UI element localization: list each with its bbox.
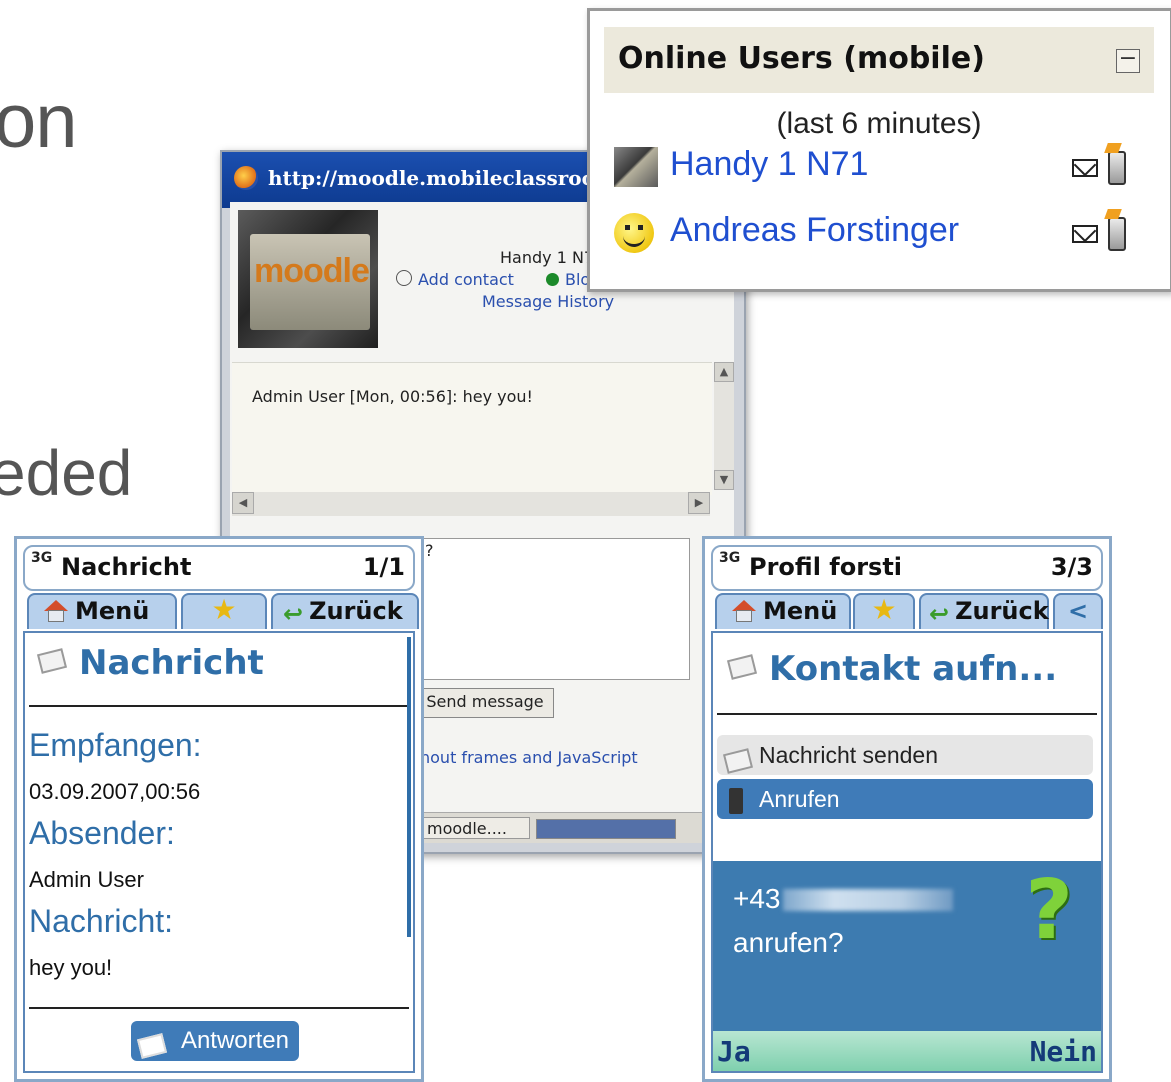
firefox-icon	[234, 166, 258, 190]
network-icon: 3G	[31, 550, 53, 566]
user-link[interactable]: Handy 1 N71	[670, 145, 868, 184]
page-counter: 3/3	[1050, 553, 1093, 581]
received-label: Empfangen:	[29, 727, 202, 763]
compose-textarea[interactable]: ?	[420, 538, 690, 680]
scrollbar[interactable]	[407, 637, 411, 937]
sender-value: Admin User	[29, 867, 144, 892]
horizontal-scrollbar[interactable]: ◀ ▶	[232, 492, 710, 516]
block-header: Online Users (mobile) −	[604, 27, 1154, 94]
block-contact-link[interactable]: Blo	[546, 270, 590, 289]
envelope-icon	[36, 648, 68, 675]
reply-button[interactable]: Antworten	[131, 1021, 299, 1061]
call-question: anrufen?	[733, 927, 844, 958]
add-contact-link[interactable]: Add contact	[396, 270, 514, 289]
scroll-up-icon[interactable]: ▲	[714, 362, 734, 382]
contact-envelope-icon	[726, 654, 758, 681]
phone-status-bar: 3G Nachricht 1/1	[23, 545, 415, 591]
collapse-icon[interactable]: −	[1116, 48, 1140, 73]
user-link[interactable]: Andreas Forstinger	[670, 211, 959, 250]
phone-tabbar: Menü ★ ↩ Zurück <	[711, 593, 1103, 631]
phone-status-bar: 3G Profil forsti 3/3	[711, 545, 1103, 591]
question-icon: ?	[1025, 863, 1073, 958]
user-avatar	[614, 147, 658, 187]
block-body: (last 6 minutes) Handy 1 N71 Andreas For…	[604, 93, 1154, 275]
message-log: Admin User [Mon, 00:56]: hey you!	[232, 362, 712, 495]
home-icon	[43, 600, 69, 622]
tab-favorites[interactable]: ★	[853, 593, 915, 629]
moodle-photo: moodle	[238, 210, 378, 348]
scroll-right-icon[interactable]: ▶	[688, 492, 710, 514]
phone-tabbar: Menü ★ ↩ Zurück	[23, 593, 419, 631]
section-heading: Nachricht	[79, 643, 264, 683]
compose-text: ?	[425, 541, 434, 560]
send-message-button[interactable]: Send message	[416, 688, 554, 718]
slide-text-fragment-mid: eded	[0, 437, 133, 509]
message-icon	[722, 743, 754, 783]
phone-profile-screen: 3G Profil forsti 3/3 Menü ★ ↩ Zurück < Ko…	[702, 536, 1112, 1082]
online-users-block: Online Users (mobile) − (last 6 minutes)…	[587, 8, 1171, 292]
tab-back[interactable]: ↩ Zurück	[271, 593, 419, 629]
status-dot-icon	[546, 273, 559, 286]
divider	[29, 705, 409, 707]
message-value: hey you!	[29, 955, 113, 980]
phone-title: Nachricht	[61, 553, 192, 581]
time-window: (last 6 minutes)	[776, 107, 982, 140]
mobile-phone-icon[interactable]	[1108, 217, 1126, 251]
star-icon: ★	[211, 593, 237, 626]
back-arrow-icon: ↩	[283, 600, 304, 628]
sender-label: Absender:	[29, 815, 175, 851]
softkey-yes[interactable]: Ja	[717, 1035, 751, 1068]
message-line: Admin User [Mon, 00:56]: hey you!	[252, 387, 533, 406]
divider	[717, 713, 1097, 715]
mobile-phone-icon[interactable]	[1108, 151, 1126, 185]
softkey-bar: Ja Nein	[713, 1031, 1101, 1071]
tab-menu[interactable]: Menü	[27, 593, 177, 629]
phone-icon	[729, 786, 743, 826]
option-call[interactable]: Anrufen	[717, 779, 1093, 819]
received-value: 03.09.2007,00:56	[29, 779, 201, 804]
option-send-message[interactable]: Nachricht senden	[717, 735, 1093, 775]
call-confirm-dialog: +43 anrufen? ?	[713, 861, 1101, 1037]
network-icon: 3G	[719, 550, 741, 566]
scroll-left-icon[interactable]: ◀	[232, 492, 254, 514]
mail-icon[interactable]	[1072, 159, 1098, 177]
taskbar-item[interactable]: moodle....	[420, 817, 530, 839]
slide-text-fragment-top: on	[0, 79, 78, 164]
tab-menu[interactable]: Menü	[715, 593, 851, 629]
phone-title: Profil forsti	[749, 553, 903, 581]
noframes-link[interactable]: hout frames and JavaScript	[420, 748, 638, 767]
phone-message-screen: 3G Nachricht 1/1 Menü ★ ↩ Zurück Nachrich…	[14, 536, 424, 1082]
back-arrow-icon: ↩	[929, 600, 950, 628]
tab-favorites[interactable]: ★	[181, 593, 267, 629]
contact-name: Handy 1 N7	[500, 248, 595, 267]
redacted-number	[783, 889, 953, 911]
profile-detail: Kontakt aufn... Nachricht senden Anrufen…	[711, 631, 1103, 1073]
block-title: Online Users (mobile)	[618, 41, 985, 76]
message-label: Nachricht:	[29, 903, 174, 939]
vertical-scrollbar[interactable]: ▲ ▼	[714, 362, 734, 490]
home-icon	[731, 600, 757, 622]
mail-icon[interactable]	[1072, 225, 1098, 243]
softkey-no[interactable]: Nein	[1030, 1035, 1097, 1068]
message-history-link[interactable]: Message History	[482, 292, 614, 311]
scroll-down-icon[interactable]: ▼	[714, 470, 734, 490]
message-detail: Nachricht Empfangen: 03.09.2007,00:56 Ab…	[23, 631, 415, 1073]
section-heading: Kontakt aufn...	[769, 649, 1058, 689]
taskbar-progress	[536, 819, 676, 839]
browser-url: http://moodle.mobileclassroom.a	[268, 166, 637, 190]
reply-envelope-icon	[136, 1029, 168, 1069]
smiley-avatar	[614, 213, 654, 253]
star-icon: ★	[871, 593, 897, 626]
tab-back[interactable]: ↩ Zurück	[919, 593, 1049, 629]
page-counter: 1/1	[362, 553, 405, 581]
tab-more[interactable]: <	[1053, 593, 1103, 629]
phone-number: +43	[733, 883, 781, 914]
divider	[29, 1007, 409, 1009]
contact-icon	[396, 270, 412, 286]
